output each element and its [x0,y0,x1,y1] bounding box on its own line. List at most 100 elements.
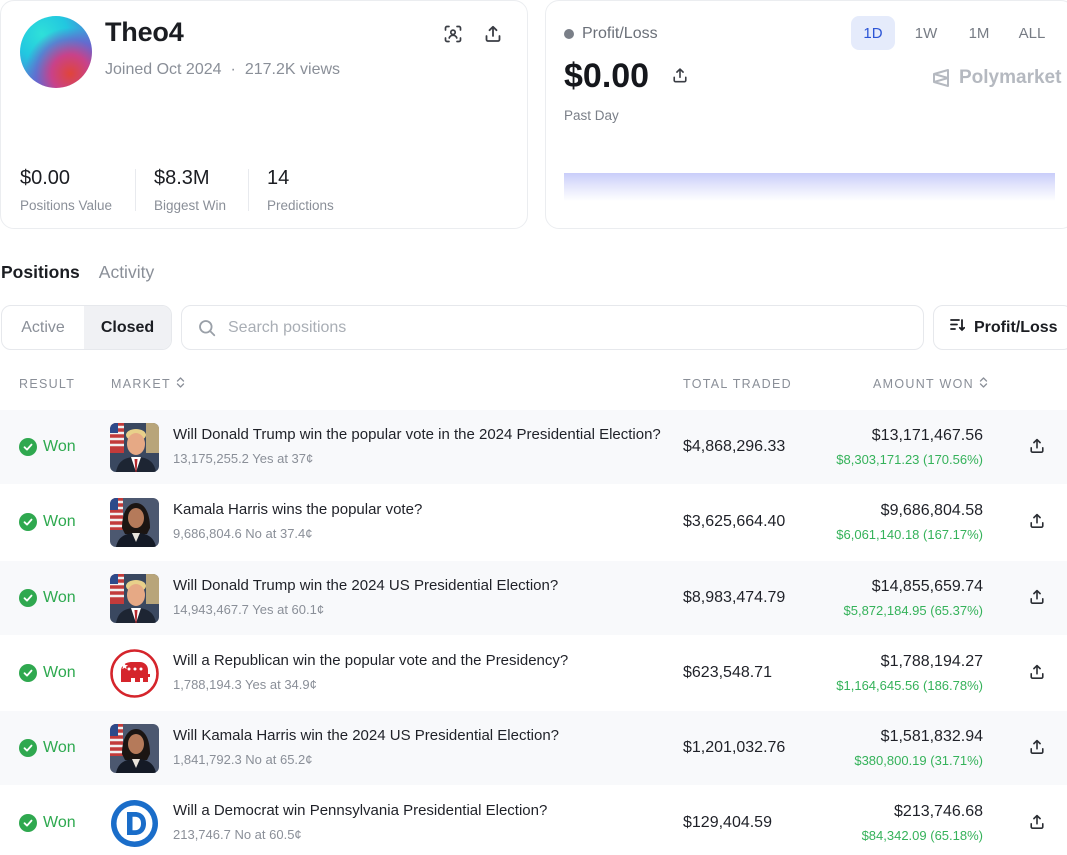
table-row[interactable]: Won Kamala Harris wins the popular vote?… [0,485,1067,559]
stat-label: Predictions [267,198,334,213]
share-icon[interactable] [1029,589,1045,610]
amount-won: $213,746.68 [894,803,983,820]
profile-meta: Joined Oct 2024 · 217.2K views [105,61,340,79]
republican-logo-icon [110,649,159,698]
header-result: RESULT [19,377,76,391]
profit-amount: $84,342.09 (65.18%) [861,828,983,843]
range-tab-1w[interactable]: 1W [904,16,948,50]
segment-active[interactable]: Active [2,306,84,349]
polymarket-watermark: Polymarket [931,67,1061,89]
stat-predictions: 14 Predictions [267,167,334,213]
profit-amount: $5,872,184.95 (65.37%) [843,603,984,618]
profit-amount: $1,164,645.56 (186.78%) [836,678,983,693]
pnl-period: Past Day [564,108,619,123]
check-circle-icon [19,438,37,456]
result-label: Won [43,589,76,606]
tab-activity[interactable]: Activity [99,262,154,283]
share-icon[interactable] [1029,664,1045,685]
tab-positions[interactable]: Positions [1,262,80,283]
table-row[interactable]: Won Will a Republican win the popular vo… [0,636,1067,710]
profit-amount: $8,303,171.23 (170.56%) [836,452,983,467]
profit-amount: $380,800.19 (31.71%) [854,753,983,768]
stat-positions-value: $0.00 Positions Value [20,167,112,213]
amount-won: $14,855,659.74 [871,578,983,595]
search-icon [198,319,216,337]
segment-closed[interactable]: Closed [84,306,171,349]
scan-icon[interactable] [442,23,464,45]
profit-amount: $6,061,140.18 (167.17%) [836,527,983,542]
market-title-link[interactable]: Will Donald Trump win the popular vote i… [173,426,668,443]
table-row[interactable]: Won Will Donald Trump win the popular vo… [0,410,1067,484]
check-circle-icon [19,589,37,607]
market-title-link[interactable]: Kamala Harris wins the popular vote? [173,501,668,518]
check-circle-icon [19,814,37,832]
market-title-link[interactable]: Will Kamala Harris win the 2024 US Presi… [173,727,668,744]
sort-label: Profit/Loss [974,318,1058,336]
result-label: Won [43,664,76,681]
result-cell: Won [19,589,76,607]
range-tab-1d[interactable]: 1D [851,16,895,50]
share-icon[interactable] [1029,739,1045,760]
joined-date: Joined Oct 2024 [105,61,222,78]
search-box [181,305,924,350]
market-title-link[interactable]: Will a Democrat win Pennsylvania Preside… [173,802,668,819]
total-traded: $1,201,032.76 [683,739,786,756]
profit-loss-card: Profit/Loss $0.00 Past Day 1D 1W 1M ALL … [545,0,1067,229]
status-segmented-control: Active Closed [1,305,172,350]
stat-biggest-win: $8.3M Biggest Win [154,167,226,213]
pnl-label-text: Profit/Loss [582,25,658,42]
check-circle-icon [19,513,37,531]
header-market[interactable]: MARKET [111,377,185,391]
table-row[interactable]: Won Will Kamala Harris win the 2024 US P… [0,711,1067,785]
amount-won: $9,686,804.58 [880,502,983,519]
username: Theo4 [105,17,184,47]
main-tabs: Positions Activity [1,262,154,283]
pnl-share-icon[interactable] [672,67,688,89]
range-tab-1m[interactable]: 1M [957,16,1001,50]
separator-dot: · [230,61,236,78]
stat-value: $8.3M [154,167,210,189]
table-row[interactable]: Won Will a Democrat win Pennsylvania Pre… [0,786,1067,855]
share-icon[interactable] [482,23,504,45]
range-tab-all[interactable]: ALL [1010,16,1054,50]
view-count: 217.2K views [244,61,341,78]
position-detail: 13,175,255.2 Yes at 37¢ [173,451,314,466]
sort-button[interactable]: Profit/Loss [933,305,1067,350]
position-detail: 213,746.7 No at 60.5¢ [173,827,302,842]
share-icon[interactable] [1029,438,1045,459]
result-label: Won [43,513,76,530]
avatar [20,16,92,88]
market-title-link[interactable]: Will a Republican win the popular vote a… [173,652,668,669]
result-cell: Won [19,513,76,531]
sort-chevron-icon [176,377,185,391]
share-icon[interactable] [1029,814,1045,835]
search-input[interactable] [228,318,828,337]
amount-won: $13,171,467.56 [871,427,983,444]
check-circle-icon [19,739,37,757]
stat-divider [135,169,136,211]
result-label: Won [43,739,76,756]
total-traded: $8,983,474.79 [683,589,786,606]
profile-card: Theo4 Joined Oct 2024 · 217.2K views $0.00… [0,0,528,229]
status-dot-icon [564,29,574,39]
share-icon[interactable] [1029,513,1045,534]
header-amount-won[interactable]: AMOUNT WON [873,377,988,391]
harris-portrait-thumbnail [110,498,159,547]
brand-name: Polymarket [959,67,1062,88]
result-label: Won [43,438,76,455]
position-detail: 14,943,467.7 Yes at 60.1¢ [173,602,325,617]
result-label: Won [43,814,76,831]
trump-portrait-thumbnail [110,423,159,472]
table-row[interactable]: Won Will Donald Trump win the 2024 US Pr… [0,561,1067,635]
stat-label: Biggest Win [154,198,227,213]
range-tabs: 1D 1W 1M ALL [851,16,1054,50]
amount-won: $1,788,194.27 [880,653,983,670]
harris-portrait-thumbnail [110,724,159,773]
total-traded: $3,625,664.40 [683,513,786,530]
trump-portrait-thumbnail [110,574,159,623]
total-traded: $623,548.71 [683,664,772,681]
market-title-link[interactable]: Will Donald Trump win the 2024 US Presid… [173,577,668,594]
result-cell: Won [19,664,76,682]
pnl-value: $0.00 [564,57,650,95]
result-cell: Won [19,438,76,456]
